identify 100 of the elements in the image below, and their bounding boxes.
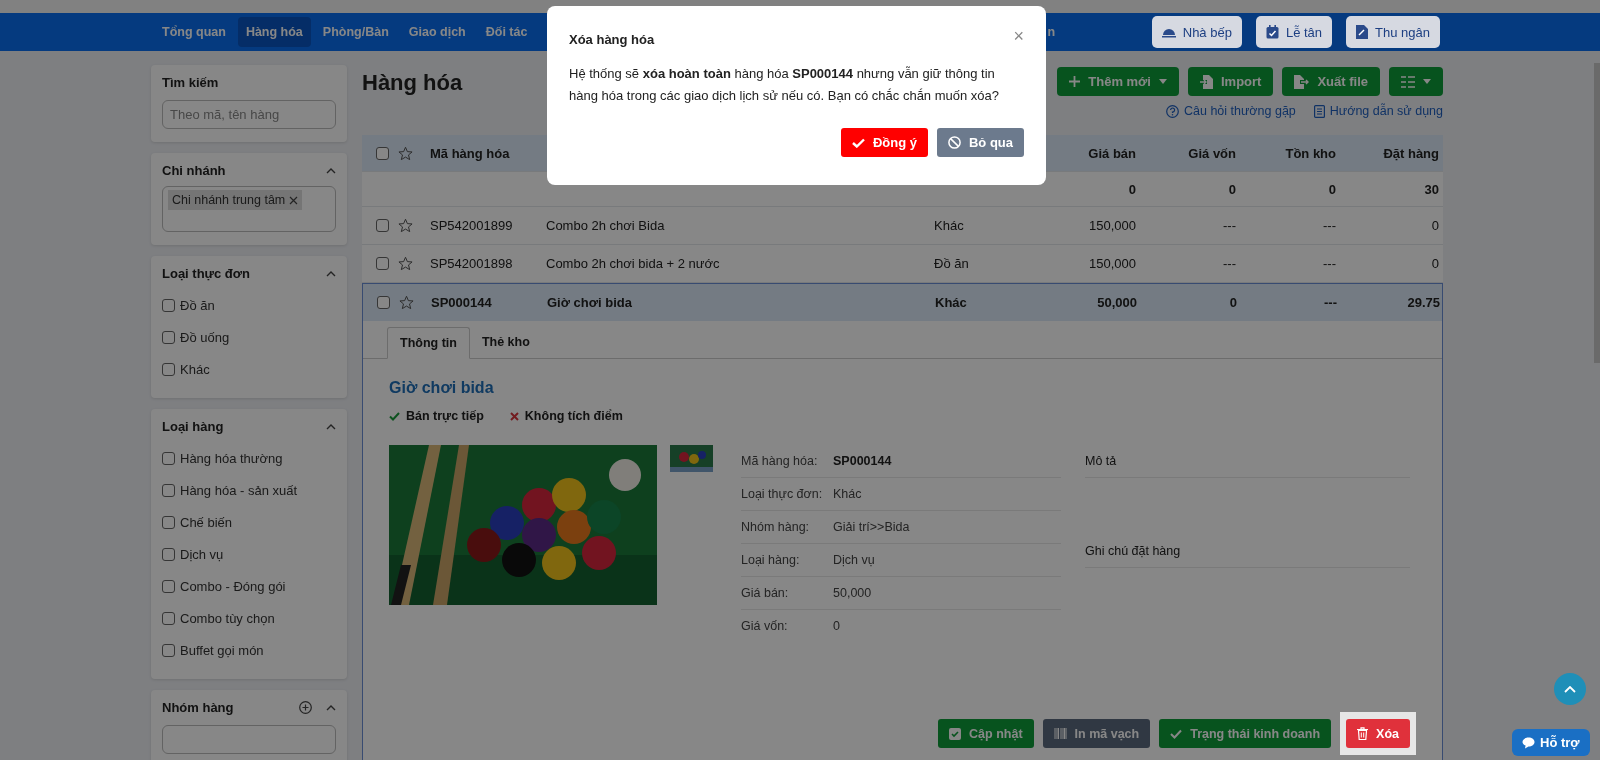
action-button[interactable]: In mã vạch [1042, 719, 1151, 748]
table-row[interactable]: SP000144 Giờ chơi bida Khác 50,000 0 --- 29.75 [362, 283, 1443, 321]
table-cell-text: --- [1323, 295, 1338, 310]
dialog-title: Xóa hàng hóa [569, 32, 655, 47]
toolbar-button[interactable]: Import [1187, 67, 1274, 96]
check-square-icon [949, 727, 962, 740]
nav-item[interactable]: Phòng/Bàn [314, 17, 397, 47]
nav-button[interactable]: Nhà bếp [1151, 16, 1242, 48]
dialog-message: Hệ thống sẽ xóa hoàn toàn hàng hóa SP000144 nhưng vẫn giữ thông tin hàng hóa trong các giao dịch lịch sử nếu có. Bạn có chắc chắn muốn xóa? [569, 65, 1001, 105]
option-label: Hàng hóa thường [180, 450, 283, 466]
toolbar-button[interactable] [1389, 67, 1443, 96]
scroll-top-button[interactable] [1554, 673, 1586, 705]
nav-button[interactable]: Lễ tân [1255, 16, 1333, 48]
column-header[interactable]: Mã hàng hóa [424, 145, 546, 161]
table-cell-text: 150,000 [1088, 256, 1137, 271]
option-label: Chế biến [180, 514, 233, 530]
chevron-up-icon[interactable] [326, 423, 336, 430]
option-label: Combo tùy chọn [180, 610, 275, 626]
ban-icon [947, 136, 961, 149]
option-label: Hàng hóa - sản xuất [180, 482, 298, 498]
remove-icon[interactable] [289, 195, 299, 205]
product-name: Giờ chơi bida [389, 379, 495, 397]
table-cell-text: SP542001898 [429, 256, 514, 271]
group-search-field[interactable] [162, 725, 336, 754]
checkbox[interactable] [162, 362, 175, 376]
table-cell-text: SP542001899 [429, 218, 514, 233]
option-label: Đồ uống [180, 329, 230, 345]
column-header[interactable]: Giá vốn [1146, 145, 1246, 161]
chat-icon [1522, 736, 1535, 749]
column-header[interactable]: Giá bán [1046, 145, 1146, 161]
checkbox[interactable] [162, 451, 175, 465]
table-row[interactable]: SP542001899 Combo 2h chơi Bida Khác 150,000 --- --- 0 [362, 207, 1443, 245]
column-header[interactable]: Đặt hàng [1346, 145, 1449, 161]
nav-button[interactable]: Thu ngân [1346, 16, 1440, 48]
flag-label: Không tích điểm [524, 409, 623, 423]
detail-tab[interactable]: Thẻ kho [469, 327, 542, 357]
checkbox[interactable] [162, 330, 175, 344]
chevron-up-icon[interactable] [326, 270, 336, 277]
trash-icon [1357, 727, 1369, 740]
file-import-icon [1199, 74, 1213, 89]
card-title: Loại thực đơn [162, 266, 250, 281]
nav-item[interactable]: Đối tác [477, 17, 536, 47]
action-button[interactable]: Trạng thái kinh doanh [1159, 719, 1332, 748]
table-cell-text: Combo 2h chơi Bida [546, 218, 666, 233]
action-button[interactable]: Cập nhật [938, 719, 1034, 748]
book-icon [1313, 104, 1325, 118]
toolbar-button[interactable]: Thêm mới [1057, 67, 1179, 96]
branch-field[interactable]: Chi nhánh trung tâm [162, 186, 336, 232]
support-button[interactable]: Hỗ trợ [1512, 729, 1590, 756]
star-icon[interactable] [399, 295, 414, 310]
check-icon [851, 137, 865, 148]
table-cell-text: 50,000 [1096, 295, 1138, 310]
chevron-up-icon[interactable] [326, 167, 336, 174]
table-cell-text: Đồ ăn [934, 256, 970, 271]
card-title: Nhóm hàng [162, 700, 234, 715]
nav-item[interactable]: Giao dịch [400, 17, 474, 47]
column-header[interactable]: Tồn kho [1246, 145, 1346, 161]
checkbox[interactable] [162, 515, 175, 529]
field-label: Giá bán: [741, 586, 790, 600]
table-cell-text: 150,000 [1088, 218, 1137, 233]
field-label: Giá vốn: [741, 619, 789, 633]
star-icon[interactable] [398, 256, 413, 271]
star-icon[interactable] [398, 218, 413, 233]
dialog-button[interactable]: Đồng ý [840, 128, 928, 157]
card-title: Chi nhánh [162, 163, 226, 178]
table-cell-text: --- [1222, 218, 1237, 233]
table-cell-text: --- [1322, 218, 1337, 233]
nav-item[interactable]: Tổng quan [154, 17, 234, 47]
checkbox[interactable] [162, 611, 175, 625]
toolbar-button[interactable]: Xuất file [1282, 67, 1380, 96]
checkbox[interactable] [375, 219, 389, 232]
option-label: Khác [180, 361, 210, 377]
summary-cell-text: 0 [1127, 181, 1137, 197]
close-button[interactable]: × [1013, 26, 1024, 45]
checkbox[interactable] [162, 643, 175, 657]
checkbox[interactable] [162, 579, 175, 593]
table-cell-text: 0 [1430, 256, 1440, 271]
nav-item[interactable]: Hàng hóa [237, 17, 311, 47]
help-link[interactable]: Hướng dẫn sử dụng [1313, 104, 1443, 118]
field-label: Loại thực đơn: [741, 487, 824, 501]
action-button[interactable]: Xóa [1346, 719, 1410, 748]
card-title: Tìm kiếm [162, 75, 220, 90]
add-icon[interactable] [299, 701, 312, 714]
checkbox[interactable] [376, 296, 390, 309]
dialog-button[interactable]: Bỏ qua [936, 128, 1024, 157]
checkbox[interactable] [375, 146, 389, 160]
help-link[interactable]: Câu hỏi thường gặp [1166, 104, 1296, 118]
detail-tab[interactable]: Thông tin [387, 327, 470, 359]
field-value: Khác [833, 487, 862, 501]
checkbox[interactable] [162, 483, 175, 497]
table-cell-text: 0 [1430, 218, 1440, 233]
chevron-up-icon[interactable] [326, 704, 336, 711]
star-icon[interactable] [398, 145, 413, 161]
checkbox[interactable] [162, 547, 175, 561]
option-label: Combo - Đóng gói [180, 578, 286, 594]
search-field[interactable]: Theo mã, tên hàng [162, 100, 336, 129]
branch-tag: Chi nhánh trung tâm [168, 190, 303, 210]
checkbox[interactable] [162, 298, 175, 312]
field-value: Dịch vụ [833, 553, 875, 567]
checkbox[interactable] [375, 257, 389, 270]
